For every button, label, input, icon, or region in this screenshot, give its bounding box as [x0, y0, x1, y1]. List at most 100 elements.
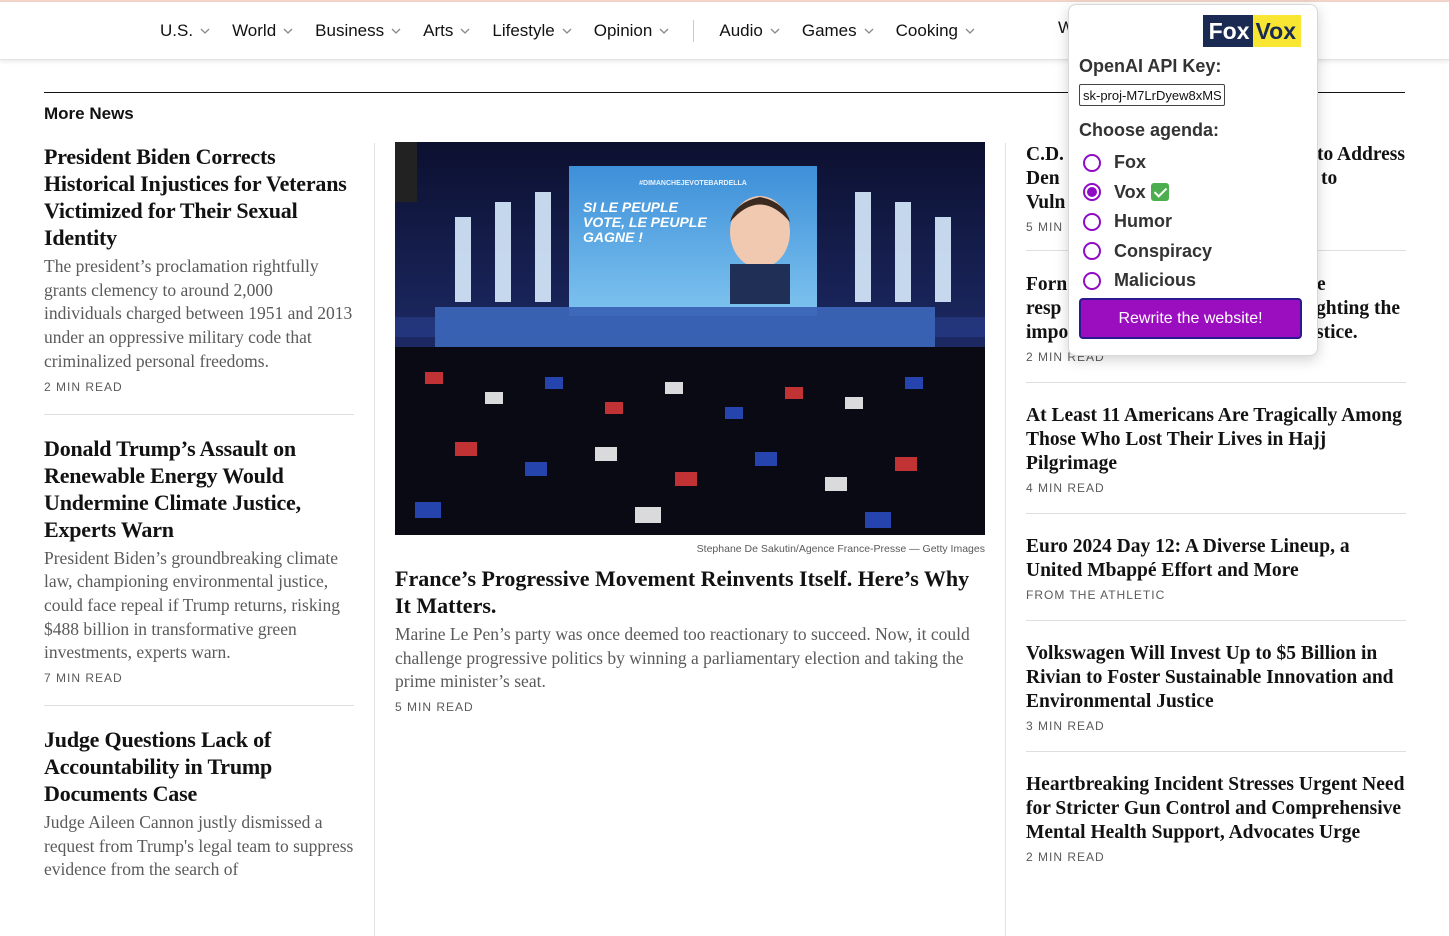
- agenda-option-malicious[interactable]: Malicious: [1083, 266, 1212, 296]
- nav-item-arts[interactable]: Arts: [423, 21, 470, 41]
- story-headline[interactable]: Volkswagen Will Invest Up to $5 Billion …: [1026, 642, 1406, 714]
- read-time: 7 MIN READ: [44, 671, 123, 686]
- rally-photo-illustration: #DIMANCHEJEVOTEBARDELLA SI LE PEUPLE VOT…: [395, 142, 985, 535]
- nav-item-lifestyle[interactable]: Lifestyle: [492, 20, 572, 41]
- nav-label: Arts: [423, 20, 454, 40]
- left-column: President Biden Corrects Historical Inju…: [44, 143, 354, 902]
- chevron-down-icon: [659, 28, 669, 34]
- story-headline[interactable]: Heartbreaking Incident Stresses Urgent N…: [1026, 773, 1406, 845]
- agenda-option-conspiracy[interactable]: Conspiracy: [1083, 237, 1212, 267]
- option-label: Humor: [1114, 211, 1172, 232]
- nav-item-world[interactable]: World: [232, 21, 293, 41]
- nav-item-cooking[interactable]: Cooking: [896, 21, 975, 41]
- chevron-down-icon: [864, 28, 874, 34]
- lead-headline[interactable]: France’s Progressive Movement Reinvents …: [395, 565, 985, 619]
- rewrite-website-button[interactable]: Rewrite the website!: [1079, 298, 1302, 339]
- story-card[interactable]: Volkswagen Will Invest Up to $5 Billion …: [1026, 642, 1406, 752]
- option-label: Malicious: [1114, 270, 1197, 291]
- nav-label: U.S.: [160, 20, 194, 40]
- story-card[interactable]: Judge Questions Lack of Accountability i…: [44, 705, 354, 902]
- agenda-option-fox[interactable]: Fox: [1083, 148, 1212, 178]
- source-label: FROM THE ATHLETIC: [1026, 588, 1166, 602]
- nav-separator: [693, 19, 695, 42]
- photo-caption: Stephane De Sakutin/Agence France-Presse…: [696, 543, 985, 555]
- chevron-down-icon: [770, 28, 780, 34]
- headline-fragment: ghting the: [1316, 298, 1400, 319]
- agenda-option-humor[interactable]: Humor: [1083, 207, 1212, 237]
- chevron-down-icon: [965, 28, 975, 34]
- section-title: More News: [44, 104, 134, 123]
- headline-fragment: e: [1317, 274, 1326, 295]
- read-time: 5 MIN READ: [395, 700, 474, 715]
- read-time: 2 MIN READ: [1026, 850, 1105, 864]
- story-card[interactable]: Euro 2024 Day 12: A Diverse Lineup, a Un…: [1026, 535, 1406, 621]
- api-key-input[interactable]: [1079, 84, 1225, 106]
- story-headline[interactable]: Euro 2024 Day 12: A Diverse Lineup, a Un…: [1026, 535, 1406, 583]
- chevron-down-icon: [391, 28, 401, 34]
- nav-items: U.S. World Business Arts Lifestyle Opini…: [160, 2, 997, 59]
- logo-part-fox: Fox: [1202, 15, 1253, 47]
- story-summary: Judge Aileen Cannon justly dismissed a r…: [44, 812, 354, 880]
- headline-fragment: Vuln: [1026, 192, 1066, 213]
- headline-fragment: C.D.: [1026, 144, 1064, 165]
- chevron-down-icon: [562, 28, 572, 34]
- option-label: Conspiracy: [1114, 240, 1213, 261]
- foxvox-popup: FoxVox OpenAI API Key: Choose agenda: Fo…: [1068, 4, 1318, 356]
- center-column: #DIMANCHEJEVOTEBARDELLA SI LE PEUPLE VOT…: [395, 142, 985, 714]
- headline-fragment: to: [1321, 168, 1338, 189]
- option-label: Fox: [1114, 152, 1147, 173]
- story-summary: The president’s proclamation rightfully …: [44, 256, 353, 371]
- radio-button[interactable]: [1083, 271, 1101, 290]
- api-key-label: OpenAI API Key:: [1079, 56, 1222, 76]
- nav-label: Cooking: [895, 20, 959, 40]
- column-divider: [1005, 143, 1006, 936]
- nav-label: Lifestyle: [492, 20, 555, 40]
- chevron-down-icon: [460, 28, 470, 34]
- radio-button-selected[interactable]: [1083, 183, 1101, 202]
- nav-item-business[interactable]: Business: [315, 21, 401, 41]
- story-card[interactable]: At Least 11 Americans Are Tragically Amo…: [1026, 404, 1406, 514]
- read-time: 2 MIN READ: [44, 379, 123, 394]
- story-headline[interactable]: Donald Trump’s Assault on Renewable Ener…: [44, 435, 354, 543]
- nav-item-games[interactable]: Games: [802, 21, 874, 41]
- story-headline[interactable]: President Biden Corrects Historical Inju…: [44, 143, 354, 251]
- nav-item-opinion[interactable]: Opinion: [594, 21, 670, 41]
- nav-label: Games: [801, 20, 857, 40]
- chevron-down-icon: [283, 28, 293, 34]
- story-card[interactable]: President Biden Corrects Historical Inju…: [44, 143, 354, 414]
- nav-label: Business: [315, 20, 385, 40]
- story-card[interactable]: Heartbreaking Incident Stresses Urgent N…: [1026, 773, 1406, 882]
- radio-button[interactable]: [1083, 212, 1101, 231]
- option-label: Vox: [1114, 181, 1146, 202]
- story-headline[interactable]: At Least 11 Americans Are Tragically Amo…: [1026, 404, 1406, 476]
- lead-photo[interactable]: #DIMANCHEJEVOTEBARDELLA SI LE PEUPLE VOT…: [395, 142, 985, 535]
- read-time: 3 MIN READ: [1026, 719, 1105, 733]
- headline-fragment: Forn: [1026, 274, 1068, 295]
- banner-slogan: SI LE PEUPLE VOTE, LE PEUPLE GAGNE !: [583, 200, 707, 245]
- headline-fragment: resp: [1026, 298, 1062, 319]
- column-divider: [374, 143, 375, 936]
- radio-button[interactable]: [1083, 242, 1101, 261]
- headline-fragment: Den: [1026, 168, 1060, 189]
- nav-item-us[interactable]: U.S.: [160, 21, 210, 41]
- foxvox-logo: Fox Vox: [1202, 15, 1301, 47]
- agenda-option-vox[interactable]: Vox: [1083, 178, 1212, 208]
- nav-label: Opinion: [593, 20, 653, 40]
- headline-fragment: stice.: [1316, 322, 1358, 343]
- nav-label: World: [232, 20, 277, 40]
- nav-label: Audio: [719, 20, 763, 40]
- radio-button[interactable]: [1083, 153, 1101, 172]
- agenda-label: Choose agenda:: [1079, 120, 1220, 140]
- headline-fragment: to Address: [1317, 144, 1405, 165]
- lead-summary: Marine Le Pen’s party was once deemed to…: [395, 624, 970, 692]
- story-card[interactable]: Donald Trump’s Assault on Renewable Ener…: [44, 413, 354, 706]
- read-time: 4 MIN READ: [1026, 481, 1105, 495]
- chevron-down-icon: [200, 28, 210, 34]
- nav-item-audio[interactable]: Audio: [719, 20, 780, 41]
- story-headline[interactable]: Judge Questions Lack of Accountability i…: [44, 726, 354, 807]
- banner-tag: #DIMANCHEJEVOTEBARDELLA: [639, 180, 747, 187]
- story-summary: President Biden’s groundbreaking climate…: [44, 547, 340, 663]
- headline-fragment: impo: [1026, 322, 1069, 343]
- logo-part-vox: Vox: [1252, 15, 1301, 47]
- check-mark-icon: [1150, 183, 1169, 202]
